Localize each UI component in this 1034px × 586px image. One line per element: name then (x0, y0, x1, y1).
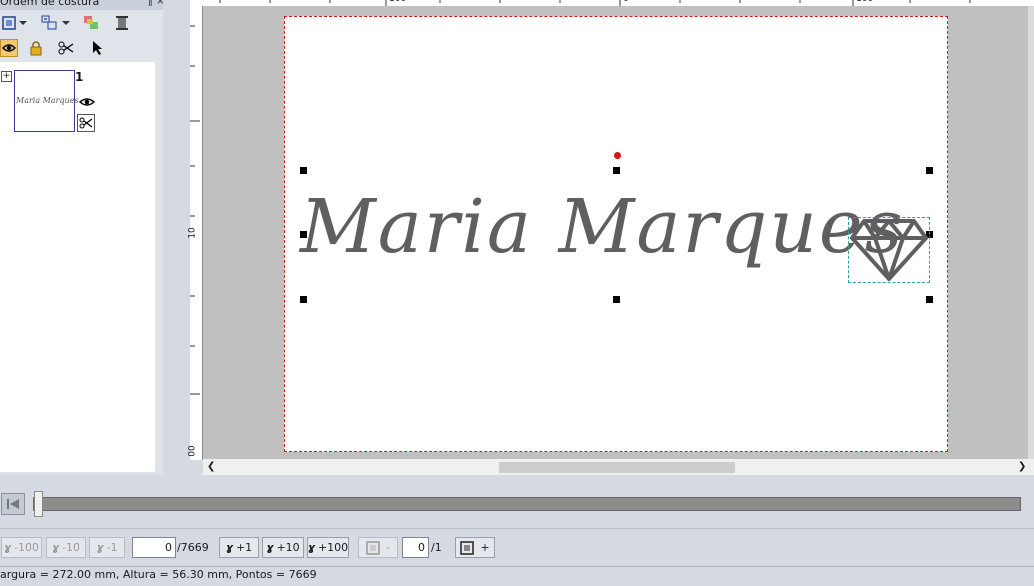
total-colors: /1 (431, 541, 442, 554)
total-stitches: /7669 (177, 541, 209, 554)
button-label: +1 (235, 541, 253, 554)
diamond-icon[interactable] (850, 218, 928, 282)
go-first-button[interactable] (1, 493, 25, 515)
scissors-icon[interactable] (57, 39, 75, 57)
stitch-plus100-button[interactable]: ɣ +100 (307, 537, 349, 558)
resize-handle-tr[interactable] (926, 167, 933, 174)
expand-toggle[interactable]: + (1, 71, 12, 82)
button-label: -1 (106, 541, 118, 554)
scroll-left-icon[interactable]: ❮ (207, 461, 215, 472)
stitch-icon: ɣ (3, 541, 13, 554)
lock-icon[interactable] (27, 39, 45, 57)
resize-handle-tl[interactable] (300, 167, 307, 174)
left-ruler: 10 00 (187, 6, 203, 460)
stitch-plus1-button[interactable]: ɣ +1 (219, 537, 259, 558)
button-label: -10 (62, 541, 81, 554)
horizontal-scroll-thumb[interactable] (499, 462, 735, 473)
thumbnail-text: Maria Marques (16, 96, 79, 105)
button-label: -100 (14, 541, 40, 554)
stitch-plus10-button[interactable]: ɣ +10 (262, 537, 304, 558)
group-icon[interactable] (40, 14, 58, 32)
panel-pin-close[interactable]: ∥ × (148, 0, 165, 10)
trim-scissors-icon[interactable] (77, 114, 95, 132)
panel-title: Ordem de costura (0, 0, 163, 10)
top-ruler-label: 100 (389, 0, 406, 4)
vertical-scrollbar[interactable] (1028, 6, 1034, 460)
color-minus-button[interactable]: - (358, 537, 398, 558)
embroidery-text[interactable]: Maria Marques (300, 190, 905, 264)
stitch-slider-track[interactable] (33, 497, 1021, 511)
resize-handle-bl[interactable] (300, 296, 307, 303)
left-ruler-label: 00 (187, 445, 198, 457)
thread-spool-icon[interactable] (113, 14, 131, 32)
stitch-icon: ɣ (266, 541, 275, 554)
button-label: +10 (276, 541, 300, 554)
go-first-icon (7, 499, 19, 509)
stitch-minus10-button[interactable]: ɣ -10 (46, 537, 86, 558)
rotate-handle[interactable] (614, 152, 621, 159)
current-stitch-field[interactable]: 0 (132, 537, 176, 558)
button-label: - (386, 541, 390, 554)
top-ruler-label: 0 (623, 0, 629, 4)
fit-view-icon[interactable] (0, 14, 18, 32)
visibility-eye-icon[interactable] (78, 93, 96, 111)
resize-handle-top[interactable] (613, 167, 620, 174)
stitch-icon: ɣ (225, 541, 234, 554)
eye-icon[interactable] (0, 39, 18, 57)
stitch-slider-thumb[interactable] (34, 491, 43, 517)
fit-view-dropdown-icon[interactable] (17, 14, 29, 32)
frame-icon (366, 540, 380, 555)
stitch-icon: ɣ (51, 541, 61, 554)
stitch-minus100-button[interactable]: ɣ -100 (1, 537, 42, 558)
left-ruler-label: 10 (187, 227, 198, 239)
button-label: +100 (317, 541, 349, 554)
stitch-minus1-button[interactable]: ɣ -1 (89, 537, 125, 558)
design-number: 1 (75, 70, 84, 84)
current-color-field[interactable]: 0 (402, 537, 429, 558)
color-blocks-icon[interactable] (82, 14, 100, 32)
arrow-pointer-icon[interactable] (88, 39, 106, 57)
divider (0, 528, 1034, 529)
button-label: + (480, 541, 490, 554)
resize-handle-bottom[interactable] (613, 296, 620, 303)
top-ruler-label: 100 (856, 0, 873, 4)
stitch-icon: ɣ (307, 541, 316, 554)
status-text: argura = 272.00 mm, Altura = 56.30 mm, P… (0, 568, 317, 581)
frame-icon (460, 540, 475, 555)
scroll-right-icon[interactable]: ❯ (1018, 461, 1026, 472)
group-dropdown-icon[interactable] (60, 14, 72, 32)
stitch-icon: ɣ (96, 541, 105, 554)
color-plus-button[interactable]: + (455, 537, 495, 558)
resize-handle-br[interactable] (926, 296, 933, 303)
